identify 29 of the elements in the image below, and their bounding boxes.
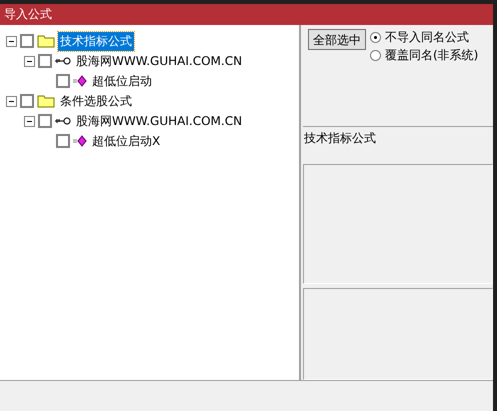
gem-icon xyxy=(73,135,87,147)
tree-item[interactable]: 技术指标公式 xyxy=(58,32,134,50)
checkbox[interactable] xyxy=(38,114,52,128)
radio-button[interactable] xyxy=(370,50,381,61)
radio-button[interactable] xyxy=(370,32,381,43)
tree-item[interactable]: 股海网WWW.GUHAI.COM.CN xyxy=(74,112,244,130)
checkbox[interactable] xyxy=(20,94,34,108)
checkbox[interactable] xyxy=(56,74,70,88)
folder-icon xyxy=(37,94,55,108)
checkbox[interactable] xyxy=(20,34,34,48)
window-title: 导入公式 xyxy=(4,6,52,23)
collapse-toggle[interactable] xyxy=(6,96,17,106)
select-all-button[interactable]: 全部选中 xyxy=(308,29,366,50)
tree-item[interactable]: 超低位启动 xyxy=(90,72,154,90)
key-icon xyxy=(55,117,71,125)
tree-item[interactable]: 条件选股公式 xyxy=(58,92,134,110)
radio-label[interactable]: 覆盖同名(非系统) xyxy=(385,47,478,64)
checkbox[interactable] xyxy=(56,134,70,148)
radio-label[interactable]: 不导入同名公式 xyxy=(385,29,469,46)
checkbox[interactable] xyxy=(38,54,52,68)
tree-item[interactable]: 超低位启动X xyxy=(90,132,162,150)
gem-icon xyxy=(73,75,87,87)
collapse-toggle[interactable] xyxy=(24,56,35,66)
key-icon xyxy=(55,57,71,65)
folder-icon xyxy=(37,34,55,48)
collapse-toggle[interactable] xyxy=(24,116,35,126)
tree-item[interactable]: 股海网WWW.GUHAI.COM.CN xyxy=(74,52,244,70)
category-label: 技术指标公式 xyxy=(303,126,493,150)
collapse-toggle[interactable] xyxy=(6,36,17,46)
